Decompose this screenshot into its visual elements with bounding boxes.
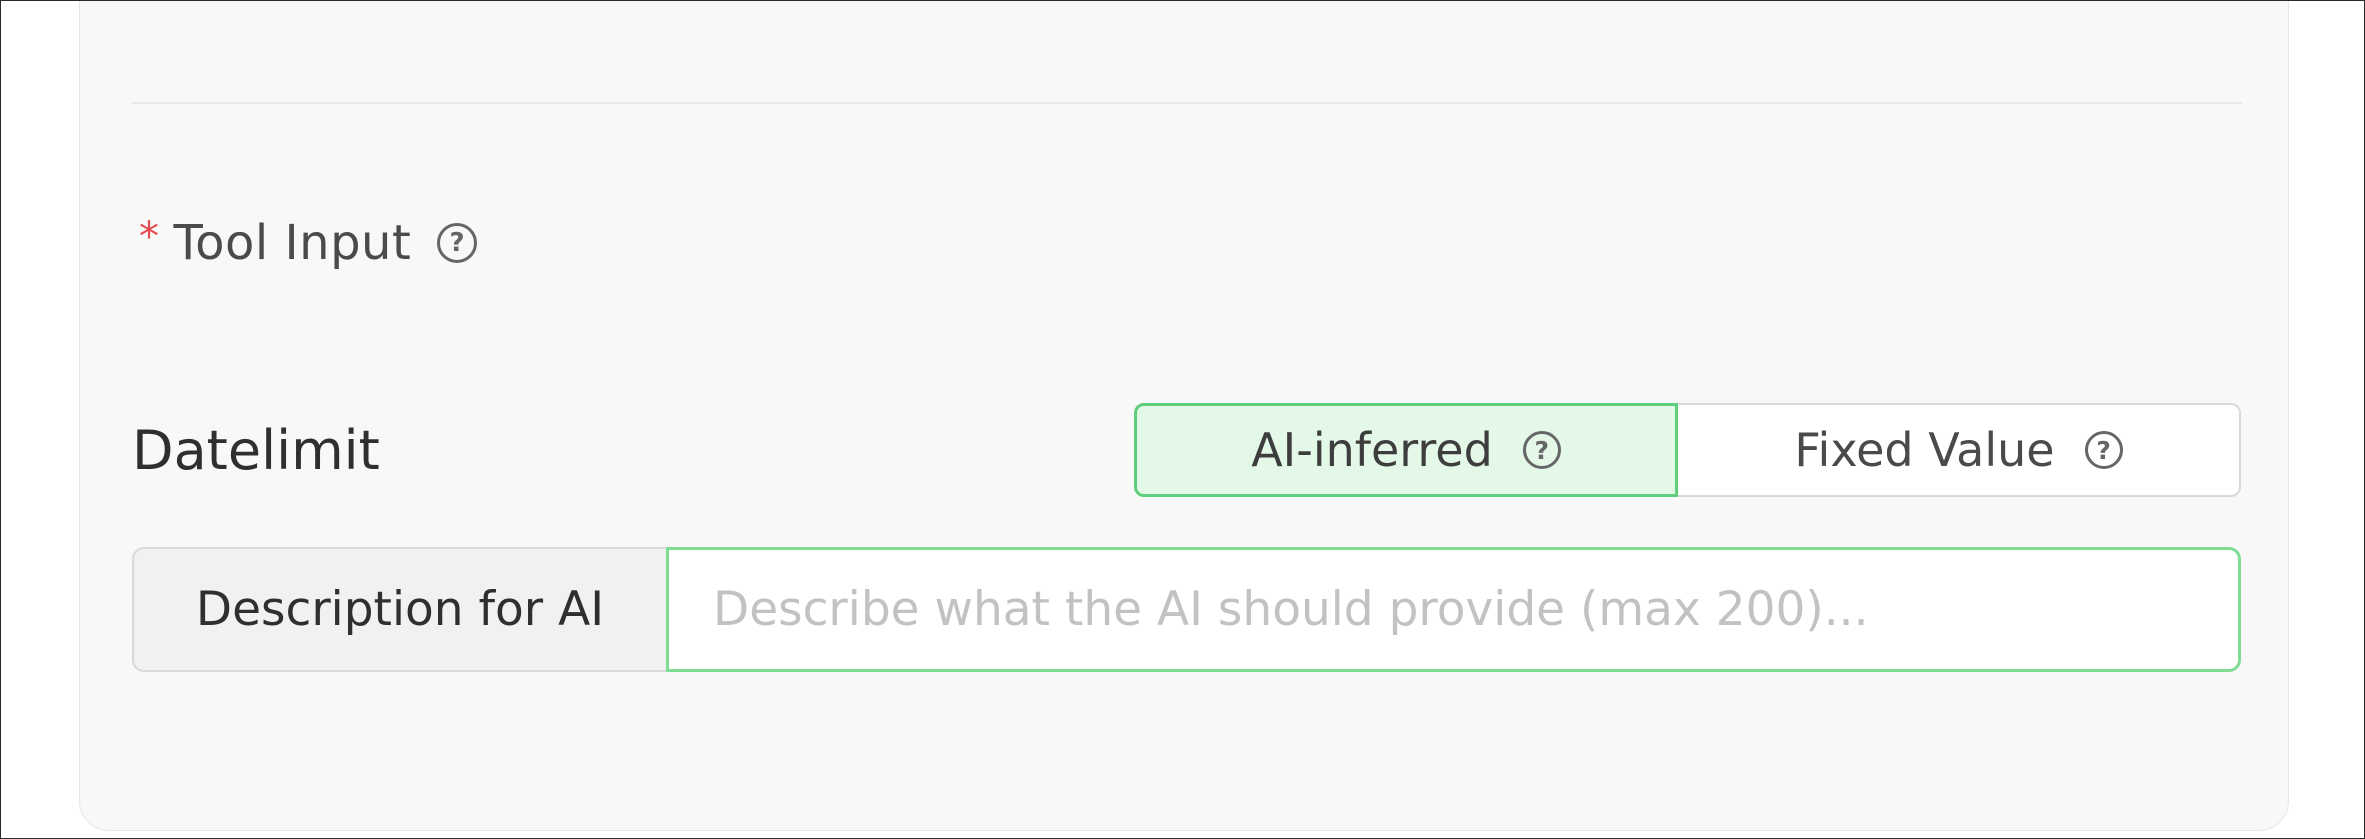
question-circle-icon[interactable]: ? [2084,431,2123,469]
description-input-group: Description for AI [132,547,2241,672]
window-frame: * Tool Input ? Datelimit AI-inferred ? F… [0,0,2365,839]
section-divider [132,102,2242,104]
question-circle-icon[interactable]: ? [1522,431,1561,469]
fixed-value-label: Fixed Value [1794,423,2055,477]
parameter-name: Datelimit [132,418,380,482]
ai-inferred-label: AI-inferred [1251,423,1493,477]
tool-input-label: Tool Input [173,215,412,271]
value-mode-switch: AI-inferred ? Fixed Value ? [1134,403,2241,497]
fixed-value-option[interactable]: Fixed Value ? [1678,405,2239,495]
description-label: Description for AI [132,547,666,672]
ai-inferred-option[interactable]: AI-inferred ? [1134,403,1678,497]
description-input[interactable] [666,547,2241,672]
tool-input-heading: * Tool Input ? [139,211,478,275]
question-circle-icon[interactable]: ? [437,223,478,263]
required-marker: * [139,214,160,260]
